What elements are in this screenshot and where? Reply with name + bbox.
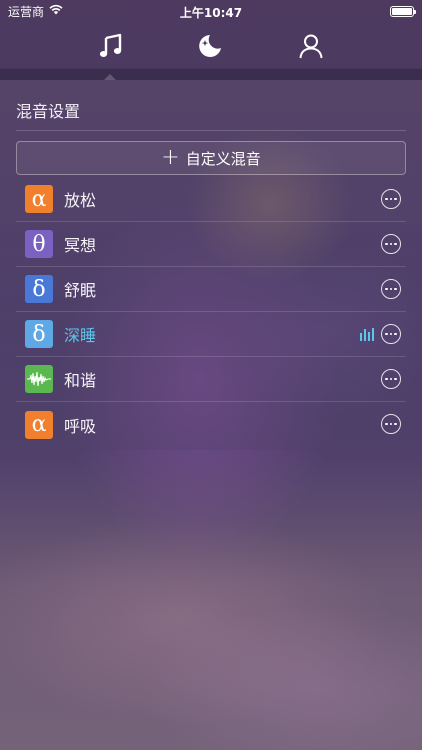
list-item[interactable]: α 放松 [16, 177, 406, 222]
more-options-icon[interactable] [381, 189, 401, 209]
mix-label: 深睡 [64, 326, 97, 345]
nav-divider [0, 68, 422, 80]
now-playing-icon [360, 328, 374, 341]
mix-label: 呼吸 [64, 416, 97, 436]
more-options-icon[interactable] [381, 279, 401, 299]
delta-wave-icon: δ [25, 275, 53, 303]
music-note-icon [99, 33, 122, 57]
theta-wave-icon: θ [25, 230, 53, 258]
mix-label: 放松 [64, 191, 97, 210]
more-options-icon[interactable] [381, 414, 401, 434]
mix-list: α 放松 θ 冥想 δ 舒眠 δ 深睡 和谐 α 呼吸 [16, 177, 406, 447]
waveform-icon [25, 365, 53, 393]
plus-icon: + [161, 145, 180, 170]
more-options-icon[interactable] [381, 324, 401, 344]
mix-label: 冥想 [64, 236, 97, 255]
status-time: 上午10:47 [179, 6, 243, 20]
section-title: 混音设置 [16, 102, 81, 121]
tab-sleep[interactable] [190, 26, 230, 66]
more-options-icon[interactable] [381, 234, 401, 254]
custom-mix-button[interactable]: + 自定义混音 [16, 141, 406, 175]
list-item[interactable]: δ 深睡 [16, 312, 406, 357]
custom-mix-label: 自定义混音 [185, 149, 261, 168]
moon-icon [199, 35, 221, 57]
mix-label: 舒眠 [64, 281, 97, 300]
tab-music[interactable] [91, 26, 131, 66]
list-item[interactable]: 和谐 [16, 357, 406, 402]
more-options-icon[interactable] [381, 369, 401, 389]
user-icon [299, 34, 323, 59]
alpha-wave-icon: α [25, 185, 53, 213]
list-item[interactable]: α 呼吸 [16, 402, 406, 447]
title-divider [16, 130, 406, 131]
delta-wave-icon: δ [25, 320, 53, 348]
tab-profile[interactable] [291, 26, 331, 66]
top-nav [0, 22, 422, 72]
list-item[interactable]: θ 冥想 [16, 222, 406, 267]
mix-label: 和谐 [64, 371, 97, 390]
alpha-wave-icon: α [25, 410, 53, 439]
list-item[interactable]: δ 舒眠 [16, 267, 406, 312]
